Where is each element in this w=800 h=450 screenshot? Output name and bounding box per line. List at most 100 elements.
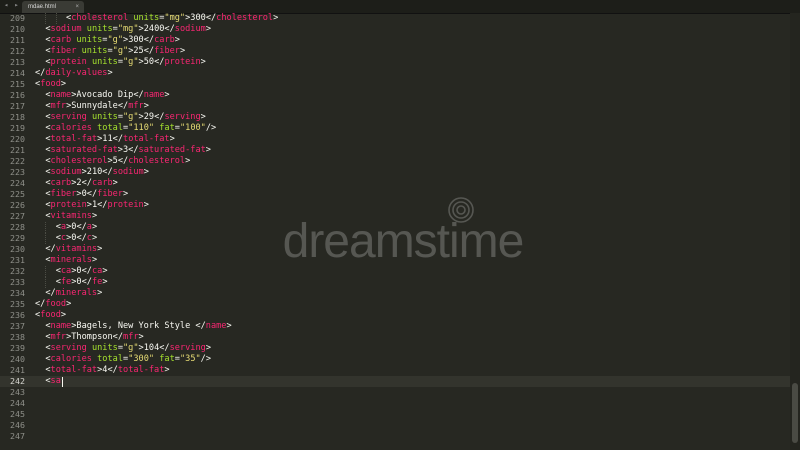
- line-code: </minerals>: [35, 288, 102, 299]
- code-line[interactable]: 213 <protein units="g">50</protein>: [0, 57, 790, 68]
- code-line[interactable]: 247: [0, 431, 790, 442]
- token-p: <: [35, 200, 51, 210]
- code-line[interactable]: 243: [0, 387, 790, 398]
- token-tag: minerals: [55, 288, 98, 298]
- code-line[interactable]: 223 <sodium>210</sodium>: [0, 167, 790, 178]
- token-p: </: [81, 277, 92, 287]
- code-line[interactable]: 229 <c>0</c>: [0, 233, 790, 244]
- code-line[interactable]: 227 <vitamins>: [0, 211, 790, 222]
- token-p: </: [112, 134, 124, 144]
- code-line[interactable]: 232 <ca>0</ca>: [0, 266, 790, 277]
- code-line[interactable]: 221 <saturated-fat>3</saturated-fat>: [0, 145, 790, 156]
- token-p: <: [35, 156, 51, 166]
- tab-mdae-html[interactable]: mdae.html ×: [22, 1, 84, 13]
- code-line[interactable]: 236 <food>: [0, 310, 790, 321]
- code-line[interactable]: 245: [0, 409, 790, 420]
- code-line[interactable]: 209 <cholesterol units="mg">300</cholest…: [0, 13, 790, 24]
- token-tag: name: [50, 90, 72, 100]
- code-line[interactable]: 214 </daily-values>: [0, 68, 790, 79]
- line-code: </vitamins>: [35, 244, 102, 255]
- text-cursor: [61, 376, 63, 387]
- token-p: >: [205, 145, 211, 155]
- token-attr: units: [133, 13, 160, 23]
- code-line[interactable]: 237 <name>Bagels, New York Style </name>: [0, 321, 790, 332]
- token-p: >: [200, 112, 206, 122]
- token-str: "g": [112, 46, 129, 56]
- vertical-scrollbar[interactable]: [790, 13, 800, 450]
- code-line[interactable]: 224 <carb>2</carb>: [0, 178, 790, 189]
- line-code: <minerals>: [35, 255, 97, 266]
- token-p: </: [86, 189, 98, 199]
- code-line[interactable]: 230 </vitamins>: [0, 244, 790, 255]
- code-line[interactable]: 218 <serving units="g">29</serving>: [0, 112, 790, 123]
- token-p: >: [205, 24, 212, 34]
- code-line[interactable]: 246: [0, 420, 790, 431]
- token-p: <: [35, 134, 51, 144]
- line-code: <serving units="g">104</serving>: [35, 343, 211, 354]
- token-str: "35": [179, 354, 201, 364]
- line-code: <cholesterol>5</cholesterol>: [35, 156, 190, 167]
- code-line[interactable]: 233 <fe>0</fe>: [0, 277, 790, 288]
- indent-guide: [45, 277, 47, 288]
- code-line[interactable]: 226 <protein>1</protein>: [0, 200, 790, 211]
- line-code: <cholesterol units="mg">300</cholesterol…: [35, 13, 278, 24]
- tab-bar: ◂ ▸ mdae.html ×: [0, 0, 800, 14]
- tab-nav-arrows-icon[interactable]: ◂ ▸: [4, 1, 20, 9]
- code-editor[interactable]: 209 <cholesterol units="mg">300</cholest…: [0, 13, 790, 450]
- close-icon[interactable]: ×: [75, 1, 79, 13]
- code-line[interactable]: 219 <calories total="110" fat="100"/>: [0, 123, 790, 134]
- code-line[interactable]: 228 <a>0</a>: [0, 222, 790, 233]
- code-line[interactable]: 220 <total-fat>11</total-fat>: [0, 134, 790, 145]
- code-line[interactable]: 235 </food>: [0, 299, 790, 310]
- token-tag: food: [45, 299, 67, 309]
- code-line[interactable]: 212 <fiber units="g">25</fiber>: [0, 46, 790, 57]
- token-p: >: [97, 244, 103, 254]
- code-line[interactable]: 234 </minerals>: [0, 288, 790, 299]
- line-number: 212: [10, 46, 25, 56]
- token-str: "300": [128, 354, 155, 364]
- token-p: >: [91, 233, 98, 243]
- line-code: <c>0</c>: [35, 233, 97, 244]
- line-code: <sodium units="mg">2400</sodium>: [35, 24, 211, 35]
- code-line[interactable]: 241 <total-fat>4</total-fat>: [0, 365, 790, 376]
- token-p: <: [35, 332, 51, 342]
- token-p: </: [205, 13, 217, 23]
- indent-guide: [55, 13, 57, 24]
- token-p: >: [164, 365, 170, 375]
- token-p: >: [102, 277, 108, 287]
- token-attr: units: [81, 46, 108, 56]
- line-code: <calories total="300" fat="35"/>: [35, 354, 211, 365]
- code-line[interactable]: 242 <sa: [0, 376, 790, 387]
- token-p: <: [35, 35, 51, 45]
- token-attr: units: [86, 24, 113, 34]
- token-tag: saturated-fat: [50, 145, 118, 155]
- code-line[interactable]: 215 <food>: [0, 79, 790, 90]
- token-p: <: [35, 57, 51, 67]
- token-p: >: [138, 332, 144, 342]
- token-tag: fiber: [97, 189, 124, 199]
- token-p: </: [143, 35, 155, 45]
- code-line[interactable]: 240 <calories total="300" fat="35"/>: [0, 354, 790, 365]
- token-p: </: [102, 167, 113, 177]
- code-line[interactable]: 216 <name>Avocado Dip</name>: [0, 90, 790, 101]
- token-p: </: [117, 101, 129, 111]
- code-line[interactable]: 210 <sodium units="mg">2400</sodium>: [0, 24, 790, 35]
- token-p: </: [35, 68, 46, 78]
- token-txt: Sunnydale: [71, 101, 118, 111]
- token-attr: units: [91, 57, 118, 67]
- line-number: 236: [10, 310, 25, 320]
- token-p: >: [97, 288, 103, 298]
- code-line[interactable]: 217 <mfr>Sunnydale</mfr>: [0, 101, 790, 112]
- code-line[interactable]: 239 <serving units="g">104</serving>: [0, 343, 790, 354]
- code-line[interactable]: 231 <minerals>: [0, 255, 790, 266]
- code-line[interactable]: 225 <fiber>0</fiber>: [0, 189, 790, 200]
- token-p: </: [76, 222, 87, 232]
- line-number: 247: [10, 431, 25, 441]
- token-str: "mg": [117, 24, 139, 34]
- code-line[interactable]: 222 <cholesterol>5</cholesterol>: [0, 156, 790, 167]
- code-line[interactable]: 211 <carb units="g">300</carb>: [0, 35, 790, 46]
- code-line[interactable]: 238 <mfr>Thompson</mfr>: [0, 332, 790, 343]
- token-tag: cholesterol: [71, 13, 129, 23]
- scrollbar-thumb[interactable]: [792, 383, 798, 443]
- code-line[interactable]: 244: [0, 398, 790, 409]
